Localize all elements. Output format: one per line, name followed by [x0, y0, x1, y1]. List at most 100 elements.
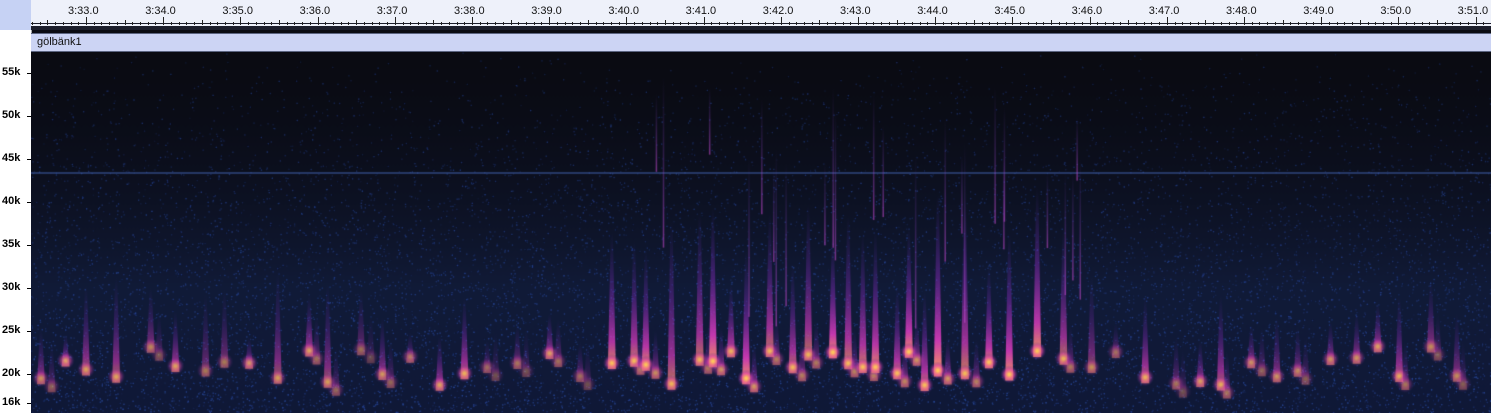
time-minor-tick	[1236, 22, 1238, 25]
time-minor-tick	[742, 20, 744, 25]
time-major-tick	[1012, 17, 1014, 25]
time-minor-tick	[1251, 22, 1253, 25]
time-minor-tick	[232, 22, 234, 25]
time-label: 3:40.0	[608, 5, 639, 17]
time-major-tick	[780, 17, 782, 25]
time-minor-tick	[834, 22, 836, 25]
time-minor-tick	[896, 20, 898, 25]
time-minor-tick	[1213, 22, 1215, 25]
time-major-tick	[1475, 17, 1477, 25]
time-minor-tick	[842, 22, 844, 25]
time-minor-tick	[217, 22, 219, 25]
time-minor-tick	[1159, 22, 1161, 25]
time-minor-tick	[1197, 22, 1199, 25]
time-minor-tick	[904, 22, 906, 25]
track-name-label: gölbänk1	[37, 36, 82, 48]
time-minor-tick	[1328, 22, 1330, 25]
time-minor-tick	[1151, 22, 1153, 25]
time-minor-tick	[1128, 20, 1130, 25]
time-minor-tick	[695, 22, 697, 25]
time-minor-tick	[55, 22, 57, 25]
time-major-tick	[549, 17, 551, 25]
time-minor-tick	[1004, 22, 1006, 25]
time-minor-tick	[487, 22, 489, 25]
time-minor-tick	[464, 22, 466, 25]
time-minor-tick	[294, 22, 296, 25]
time-minor-tick	[912, 22, 914, 25]
time-minor-tick	[425, 22, 427, 25]
time-minor-tick	[1298, 22, 1300, 25]
time-minor-tick	[1352, 22, 1354, 25]
time-minor-tick	[950, 22, 952, 25]
time-minor-tick	[665, 20, 666, 25]
time-minor-tick	[1367, 22, 1369, 25]
time-minor-tick	[1081, 22, 1083, 25]
time-minor-tick	[881, 22, 883, 25]
time-minor-tick	[765, 22, 767, 25]
time-minor-tick	[564, 22, 566, 25]
timeline-ruler[interactable]: 3:33.0 3:34.0 3:35.0 3:36.0 3:37.0 3:38.0 3:39…	[31, 0, 1491, 30]
frequency-label: 30k	[2, 281, 21, 293]
time-minor-tick	[680, 22, 682, 25]
time-minor-tick	[47, 20, 49, 25]
time-minor-tick	[194, 22, 196, 25]
time-minor-tick	[526, 22, 528, 25]
time-minor-tick	[580, 22, 582, 25]
time-minor-tick	[1452, 22, 1454, 25]
time-minor-tick	[116, 22, 118, 25]
time-minor-tick	[147, 22, 149, 25]
time-minor-tick	[873, 22, 875, 25]
time-minor-tick	[1058, 22, 1060, 25]
time-major-tick	[240, 17, 242, 25]
frequency-label: 40k	[2, 195, 21, 207]
time-major-tick	[1166, 17, 1168, 25]
frequency-label: 50k	[2, 109, 21, 121]
frequency-label: 55k	[2, 66, 21, 78]
time-minor-tick	[302, 22, 304, 25]
time-minor-tick	[587, 20, 589, 25]
time-minor-tick	[101, 22, 103, 25]
time-minor-tick	[379, 22, 381, 25]
ruler-line	[31, 23, 1491, 24]
time-minor-tick	[850, 22, 852, 25]
time-major-tick	[317, 17, 319, 25]
time-minor-tick	[927, 22, 929, 25]
time-minor-tick	[1375, 22, 1377, 25]
time-minor-tick	[641, 22, 643, 25]
time-minor-tick	[1437, 20, 1438, 25]
time-minor-tick	[333, 22, 335, 25]
spectrogram-view[interactable]	[31, 52, 1491, 413]
ruler-corner	[0, 0, 32, 30]
time-minor-tick	[1020, 22, 1022, 25]
time-minor-tick	[618, 22, 620, 25]
time-minor-tick	[688, 22, 690, 25]
time-label: 3:35.0	[222, 5, 253, 17]
time-minor-tick	[31, 22, 33, 25]
track-name-bar[interactable]: gölbänk1	[31, 33, 1491, 52]
time-minor-tick	[402, 22, 404, 25]
time-major-tick	[472, 17, 473, 25]
time-minor-tick	[155, 22, 157, 25]
time-minor-tick	[595, 22, 597, 25]
time-minor-tick	[966, 22, 968, 25]
time-minor-tick	[1112, 22, 1114, 25]
time-label: 3:44.0	[917, 5, 948, 17]
time-label: 3:45.0	[994, 5, 1025, 17]
time-minor-tick	[672, 22, 674, 25]
time-minor-tick	[178, 22, 180, 25]
time-minor-tick	[1359, 20, 1361, 25]
time-minor-tick	[502, 22, 504, 25]
time-minor-tick	[1220, 22, 1222, 25]
time-minor-tick	[510, 20, 512, 25]
time-label: 3:37.0	[376, 5, 408, 17]
time-minor-tick	[603, 22, 605, 25]
time-minor-tick	[1174, 22, 1176, 25]
time-minor-tick	[803, 22, 805, 25]
time-minor-tick	[734, 22, 736, 25]
time-minor-tick	[186, 22, 188, 25]
time-minor-tick	[1305, 22, 1307, 25]
time-minor-tick	[1344, 22, 1346, 25]
time-minor-tick	[441, 22, 443, 25]
time-minor-tick	[556, 22, 558, 25]
time-label: 3:50.0	[1380, 5, 1411, 17]
